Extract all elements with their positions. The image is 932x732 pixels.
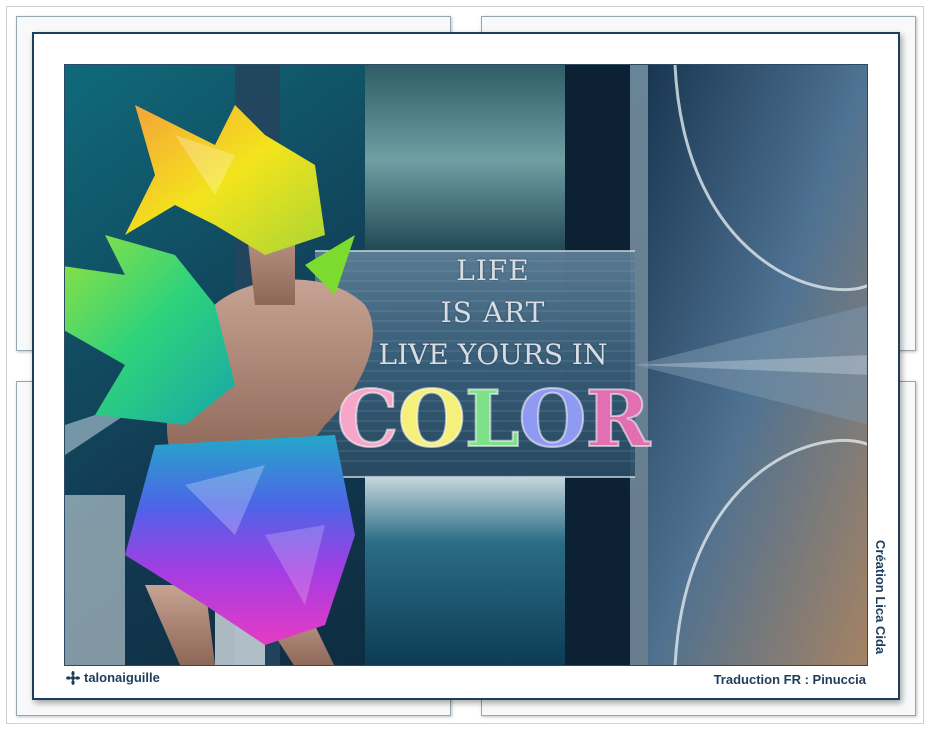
color-letter-o2: O bbox=[518, 374, 588, 465]
color-letter-o1: O bbox=[397, 374, 467, 465]
credit-left: talonaiguille bbox=[66, 670, 160, 685]
title-line-2: IS ART bbox=[440, 296, 546, 329]
color-letter-c: C bbox=[336, 374, 400, 465]
title-line-3: LIVE YOURS IN bbox=[378, 338, 608, 371]
color-letter-r: R bbox=[585, 374, 652, 465]
color-letter-l: L bbox=[464, 374, 521, 465]
credit-right: Traduction FR : Pinuccia bbox=[713, 672, 866, 687]
color-word: COLOR bbox=[323, 380, 663, 460]
artwork-title: LIFE IS ART LIVE YOURS IN COLOR bbox=[323, 251, 663, 471]
credit-vertical: Création Lica Cida bbox=[873, 540, 888, 655]
artwork-canvas: LIFE IS ART LIVE YOURS IN COLOR bbox=[64, 64, 868, 666]
star-flower-icon bbox=[66, 670, 80, 685]
credit-left-text: talonaiguille bbox=[84, 670, 160, 685]
title-line-1: LIFE bbox=[456, 254, 530, 287]
